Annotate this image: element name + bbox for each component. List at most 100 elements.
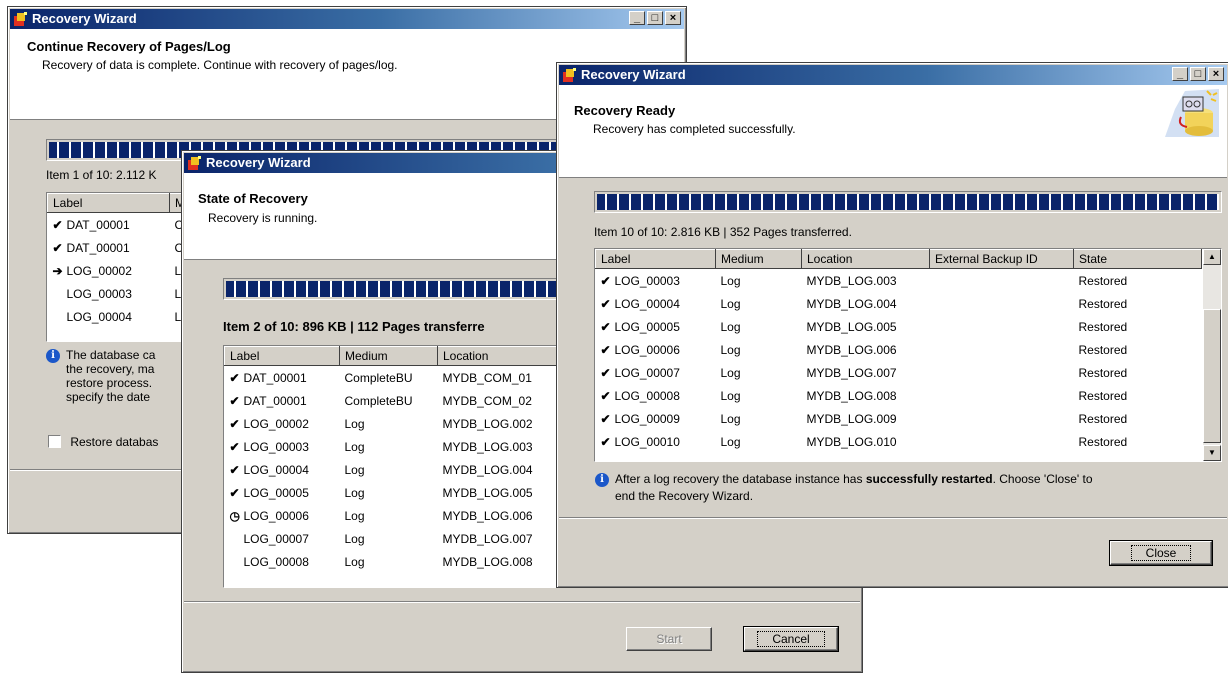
cell-label: ✔ LOG_00010 bbox=[596, 430, 716, 453]
close-button[interactable]: Close bbox=[1109, 540, 1213, 566]
cell-label: ✔ LOG_00003 bbox=[596, 269, 716, 293]
column-header-label[interactable]: Label bbox=[47, 193, 170, 213]
page-title: Continue Recovery of Pages/Log bbox=[27, 39, 231, 54]
status-mark-icon: ✔ bbox=[600, 365, 611, 380]
restore-database-checkbox[interactable] bbox=[48, 435, 61, 449]
list-row[interactable]: ✔ LOG_00005 Log MYDB_LOG.005 bbox=[225, 481, 603, 504]
close-window-button[interactable]: × bbox=[1208, 67, 1224, 81]
cell-label: ✔ LOG_00009 bbox=[596, 407, 716, 430]
status-mark-icon: ✔ bbox=[600, 411, 611, 426]
info-line: restore process. bbox=[66, 376, 153, 390]
cell-state: Restored bbox=[1078, 296, 1128, 311]
cell-label: ✔ LOG_00008 bbox=[596, 384, 716, 407]
column-header-medium[interactable]: Medium bbox=[715, 249, 802, 269]
cell-medium: Log bbox=[344, 508, 365, 523]
row-label: DAT_00001 bbox=[66, 240, 130, 255]
cell-state: Restored bbox=[1078, 342, 1128, 357]
list-row[interactable]: ✔ DAT_00001 C bbox=[48, 213, 186, 237]
recovery-item-list[interactable]: Label Medium Location ✔ DAT_00001 Complete… bbox=[223, 345, 603, 588]
row-label: LOG_00005 bbox=[243, 485, 309, 500]
list-row[interactable]: ✔ LOG_00005 Log MYDB_LOG.005 Restored bbox=[596, 315, 1202, 338]
list-row[interactable]: ✔ LOG_00009 Log MYDB_LOG.009 Restored bbox=[596, 407, 1202, 430]
cell-label: ✔ LOG_00003 bbox=[225, 435, 340, 458]
scroll-down-arrow[interactable]: ▼ bbox=[1203, 445, 1221, 461]
vertical-scrollbar[interactable]: ▲ ▼ bbox=[1203, 249, 1221, 461]
row-label: LOG_00007 bbox=[243, 531, 309, 546]
list-row[interactable]: ✔ LOG_00004 Log MYDB_LOG.004 Restored bbox=[596, 292, 1202, 315]
column-header-label[interactable]: Label bbox=[595, 249, 716, 269]
restore-database-checkbox-row[interactable]: Restore databas bbox=[48, 434, 158, 449]
status-mark-icon: ◷ bbox=[229, 508, 240, 523]
list-row[interactable]: LOG_00008 Log MYDB_LOG.008 bbox=[225, 550, 603, 573]
list-row[interactable]: ◷ LOG_00006 Log MYDB_LOG.006 bbox=[225, 504, 603, 527]
list-row[interactable]: ✔ DAT_00001 C bbox=[48, 236, 186, 259]
scroll-up-arrow[interactable]: ▲ bbox=[1203, 249, 1221, 265]
minimize-button[interactable]: _ bbox=[629, 11, 645, 25]
cell-ebid bbox=[930, 384, 1074, 407]
row-label: LOG_00002 bbox=[66, 263, 132, 278]
list-row[interactable]: ✔ LOG_00010 Log MYDB_LOG.010 Restored bbox=[596, 430, 1202, 453]
cell-state: Restored bbox=[1078, 434, 1128, 449]
cell-location: MYDB_LOG.006 bbox=[806, 342, 897, 357]
status-mark-icon: ✔ bbox=[52, 217, 63, 232]
wizard-app-icon bbox=[188, 156, 201, 170]
cell-state: Restored bbox=[1078, 388, 1128, 403]
row-label: DAT_00001 bbox=[243, 370, 307, 385]
status-mark-icon: ✔ bbox=[229, 462, 240, 477]
cell-label: ➔ LOG_00002 bbox=[48, 259, 170, 282]
list-row[interactable]: ✔ LOG_00007 Log MYDB_LOG.007 Restored bbox=[596, 361, 1202, 384]
list-row[interactable]: LOG_00004 L bbox=[48, 305, 186, 328]
info-line: specify the date bbox=[66, 390, 151, 404]
column-header-location[interactable]: Location bbox=[801, 249, 930, 269]
progress-bar bbox=[594, 191, 1222, 213]
cell-medium: Log bbox=[720, 296, 741, 311]
cell-location: MYDB_LOG.005 bbox=[806, 319, 897, 334]
info-icon: i bbox=[46, 349, 60, 363]
start-button[interactable]: Start bbox=[626, 627, 712, 651]
minimize-button[interactable]: _ bbox=[1172, 67, 1188, 81]
status-mark-icon: ✔ bbox=[52, 240, 63, 255]
progress-text: Item 10 of 10: 2.816 KB | 352 Pages tran… bbox=[594, 225, 852, 239]
cell-label: ✔ LOG_00005 bbox=[225, 481, 340, 504]
list-row[interactable]: LOG_00007 Log MYDB_LOG.007 bbox=[225, 527, 603, 550]
list-row[interactable]: ✔ LOG_00006 Log MYDB_LOG.006 Restored bbox=[596, 338, 1202, 361]
cell-ebid bbox=[930, 315, 1074, 338]
title-bar[interactable]: Recovery Wizard _ □ × bbox=[559, 65, 1227, 85]
list-row[interactable]: ✔ LOG_00002 Log MYDB_LOG.002 bbox=[225, 412, 603, 435]
cell-label: LOG_00007 bbox=[225, 527, 340, 550]
cell-medium: Log bbox=[344, 439, 365, 454]
column-header-medium[interactable]: Medium bbox=[339, 346, 438, 366]
list-row[interactable]: ✔ LOG_00008 Log MYDB_LOG.008 Restored bbox=[596, 384, 1202, 407]
maximize-button[interactable]: □ bbox=[1190, 67, 1206, 81]
cancel-button[interactable]: Cancel bbox=[743, 626, 839, 652]
status-mark-icon: ✔ bbox=[229, 370, 240, 385]
list-row[interactable]: LOG_00003 L bbox=[48, 282, 186, 305]
cell-label: LOG_00003 bbox=[48, 282, 170, 305]
list-row[interactable]: ➔ LOG_00002 L bbox=[48, 259, 186, 282]
close-window-button[interactable]: × bbox=[665, 11, 681, 25]
wizard-header: Recovery Ready Recovery has completed su… bbox=[559, 85, 1227, 178]
maximize-button[interactable]: □ bbox=[647, 11, 663, 25]
status-mark-icon: ✔ bbox=[229, 439, 240, 454]
row-label: LOG_00002 bbox=[243, 416, 309, 431]
scroll-thumb[interactable] bbox=[1203, 309, 1221, 443]
progress-text: Item 2 of 10: 896 KB | 112 Pages transfe… bbox=[223, 319, 485, 334]
status-mark-icon: ✔ bbox=[600, 319, 611, 334]
list-row[interactable]: ✔ LOG_00003 Log MYDB_LOG.003 Restored bbox=[596, 269, 1202, 293]
info-text-3: end the Recovery Wizard. bbox=[615, 489, 754, 503]
cell-label: ✔ LOG_00007 bbox=[596, 361, 716, 384]
recovery-item-list[interactable]: Label Medium Location External Backup ID… bbox=[594, 248, 1222, 462]
list-row[interactable]: ✔ LOG_00004 Log MYDB_LOG.004 bbox=[225, 458, 603, 481]
column-header-label[interactable]: Label bbox=[224, 346, 340, 366]
column-header-state[interactable]: State bbox=[1073, 249, 1202, 269]
list-row[interactable]: ✔ DAT_00001 CompleteBU MYDB_COM_02 bbox=[225, 389, 603, 412]
cell-location: MYDB_LOG.003 bbox=[806, 273, 897, 288]
wizard-app-icon bbox=[563, 68, 576, 82]
cell-ebid bbox=[930, 361, 1074, 384]
list-row[interactable]: ✔ DAT_00001 CompleteBU MYDB_COM_01 bbox=[225, 366, 603, 390]
recovery-item-list[interactable]: Label M ✔ DAT_00001 C ✔ DAT_00001 C ➔ LOG_00002… bbox=[46, 192, 186, 342]
title-bar[interactable]: Recovery Wizard _ □ × bbox=[10, 9, 684, 29]
cell-medium: Log bbox=[720, 434, 741, 449]
column-header-external-backup-id[interactable]: External Backup ID bbox=[929, 249, 1074, 269]
list-row[interactable]: ✔ LOG_00003 Log MYDB_LOG.003 bbox=[225, 435, 603, 458]
